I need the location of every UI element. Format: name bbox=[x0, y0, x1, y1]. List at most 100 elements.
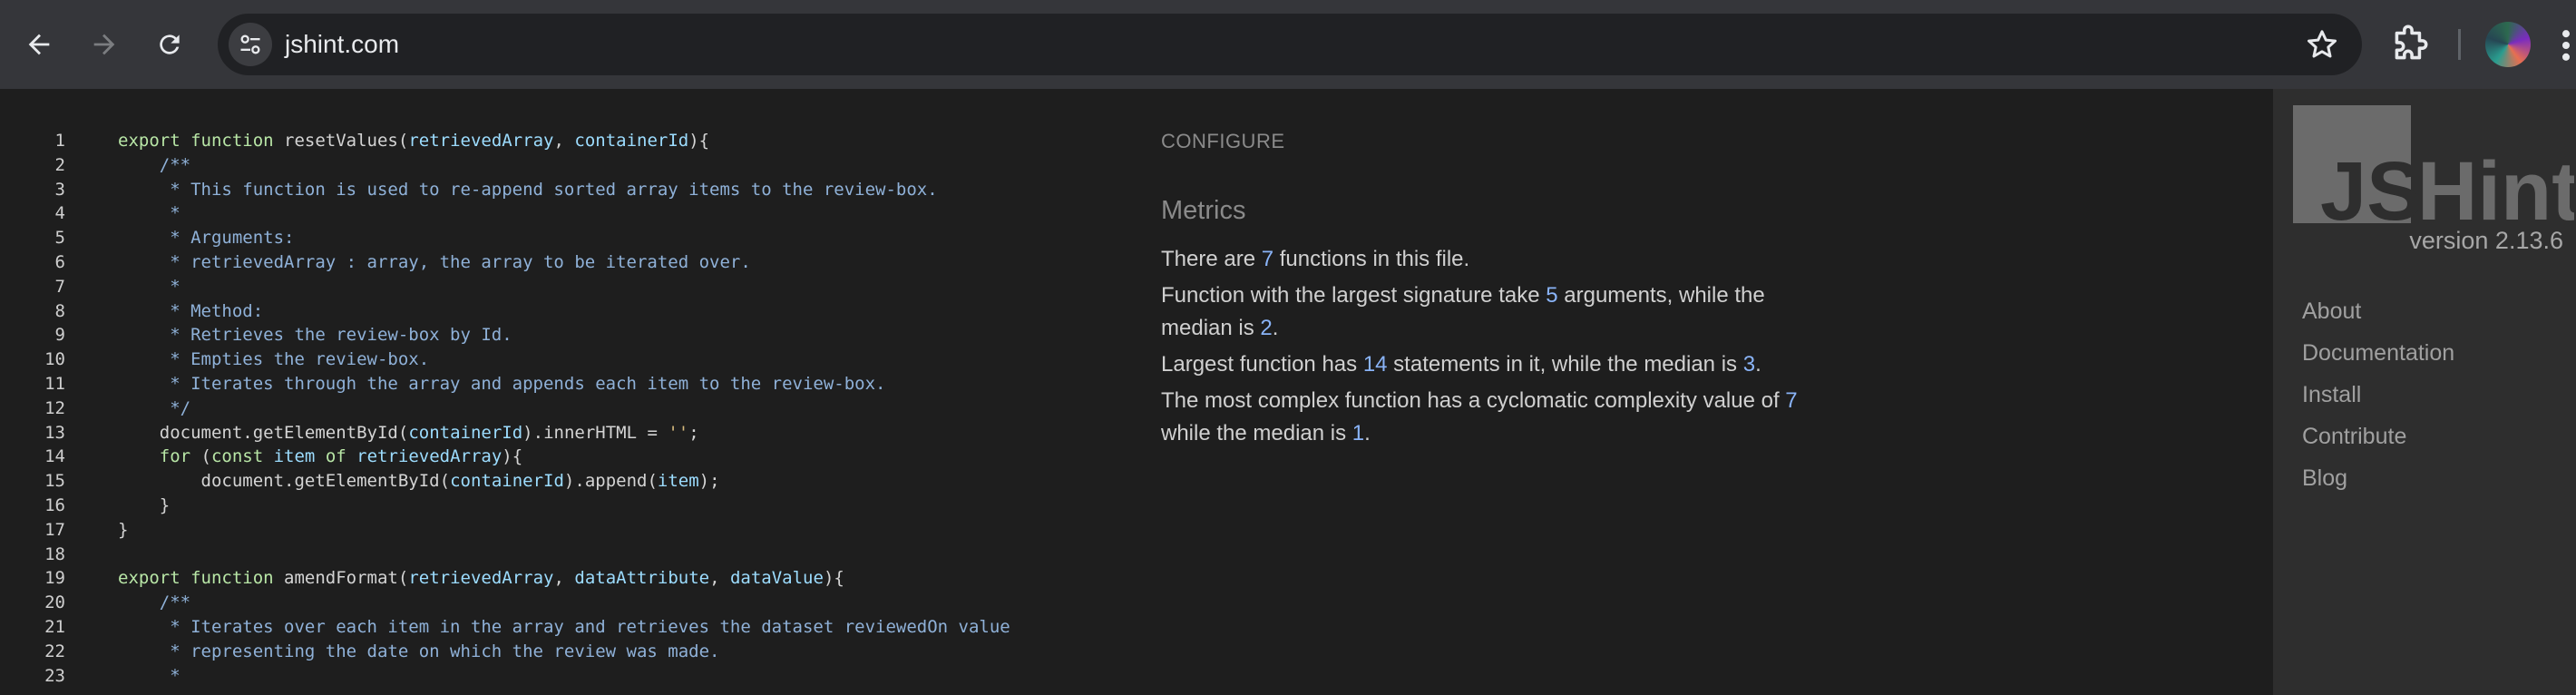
arrow-left-icon bbox=[28, 34, 50, 55]
code-token: document. bbox=[118, 422, 253, 443]
code-token: for bbox=[118, 446, 201, 467]
line-number: 18 bbox=[44, 543, 65, 564]
puzzle-icon bbox=[2395, 24, 2428, 60]
code-line[interactable]: 12 */ bbox=[0, 396, 1125, 421]
avatar[interactable] bbox=[2485, 22, 2531, 67]
code-line[interactable]: 4 * bbox=[0, 201, 1125, 226]
code-token: * representing the date on which the rev… bbox=[118, 641, 720, 661]
code-line[interactable]: 15 document.getElementById(containerId).… bbox=[0, 469, 1125, 494]
arrow-right-icon bbox=[93, 34, 115, 55]
code-token: document. bbox=[118, 471, 295, 492]
code-token: * Iterates over each item in the array a… bbox=[118, 616, 1010, 637]
code-token: ). bbox=[563, 471, 585, 492]
code-text[interactable]: /** bbox=[118, 591, 190, 615]
line-number: 17 bbox=[44, 519, 65, 540]
back-button[interactable] bbox=[15, 20, 63, 69]
code-token: function bbox=[190, 568, 285, 589]
nav-documentation[interactable]: Documentation bbox=[2302, 332, 2454, 374]
code-line[interactable]: 18 bbox=[0, 543, 1125, 567]
code-text[interactable]: * Iterates through the array and appends… bbox=[118, 372, 885, 396]
code-token: ( bbox=[397, 422, 409, 443]
code-text[interactable]: * Arguments: bbox=[118, 226, 294, 250]
browser-toolbar: jshint.com bbox=[0, 0, 2576, 89]
code-token: getElementById bbox=[252, 422, 398, 443]
code-text[interactable]: export function resetValues(retrievedArr… bbox=[118, 129, 709, 153]
browser-menu-button[interactable] bbox=[2556, 25, 2576, 65]
code-text[interactable]: for (const item of retrievedArray){ bbox=[118, 445, 522, 469]
url-text[interactable]: jshint.com bbox=[285, 14, 399, 75]
code-line[interactable]: 5 * Arguments: bbox=[0, 226, 1125, 250]
code-line[interactable]: 23 * bbox=[0, 664, 1125, 689]
code-line[interactable]: 21 * Iterates over each item in the arra… bbox=[0, 615, 1125, 640]
forward-button[interactable] bbox=[80, 20, 129, 69]
code-token: } bbox=[118, 519, 129, 540]
site-info-button[interactable] bbox=[229, 23, 272, 66]
code-line[interactable]: 13 document.getElementById(containerId).… bbox=[0, 421, 1125, 445]
code-text[interactable]: * bbox=[118, 664, 180, 689]
code-token: */ bbox=[118, 397, 191, 418]
metrics-heading: Metrics bbox=[1161, 196, 1246, 225]
line-number: 13 bbox=[44, 422, 65, 443]
nav-about[interactable]: About bbox=[2302, 290, 2454, 332]
code-line[interactable]: 9 * Retrieves the review-box by Id. bbox=[0, 323, 1125, 348]
code-text[interactable]: * bbox=[118, 201, 180, 226]
code-line[interactable]: 2 /** bbox=[0, 153, 1125, 178]
code-text[interactable]: document.getElementById(containerId).app… bbox=[118, 469, 720, 494]
code-token: * This function is used to re-append sor… bbox=[118, 179, 938, 200]
line-number: 9 bbox=[54, 325, 65, 346]
code-text[interactable]: document.getElementById(containerId).inn… bbox=[118, 421, 699, 445]
code-text[interactable]: * Retrieves the review-box by Id. bbox=[118, 323, 512, 348]
code-text[interactable]: export function amendFormat(retrievedArr… bbox=[118, 566, 844, 591]
line-number: 4 bbox=[54, 203, 65, 224]
code-line[interactable]: 1 export function resetValues(retrievedAr… bbox=[0, 129, 1125, 153]
nav-contribute[interactable]: Contribute bbox=[2302, 416, 2454, 457]
code-text[interactable]: * retrievedArray : array, the array to b… bbox=[118, 250, 751, 275]
code-line[interactable]: 16 } bbox=[0, 494, 1125, 518]
code-text[interactable]: /** bbox=[118, 153, 190, 178]
tune-icon bbox=[240, 34, 260, 54]
jshint-logo[interactable]: JS Hint bbox=[2293, 105, 2574, 223]
bookmark-button[interactable] bbox=[2304, 26, 2340, 63]
nav-install[interactable]: Install bbox=[2302, 374, 2454, 416]
kebab-menu-icon bbox=[2561, 30, 2571, 61]
code-line[interactable]: 17} bbox=[0, 518, 1125, 543]
reload-button[interactable] bbox=[145, 20, 194, 69]
code-token: export bbox=[118, 131, 191, 151]
code-line[interactable]: 14 for (const item of retrievedArray){ bbox=[0, 445, 1125, 469]
line-number: 15 bbox=[44, 471, 65, 492]
jshint-page: 1 export function resetValues(retrievedAr… bbox=[0, 89, 2576, 695]
line-number: 14 bbox=[44, 446, 65, 467]
code-line[interactable]: 22 * representing the date on which the … bbox=[0, 640, 1125, 664]
line-number: 10 bbox=[44, 349, 65, 370]
code-line[interactable]: 6 * retrievedArray : array, the array to… bbox=[0, 250, 1125, 275]
code-line[interactable]: 3 * This function is used to re-append s… bbox=[0, 178, 1125, 202]
code-line[interactable]: 7 * bbox=[0, 275, 1125, 299]
code-token: function bbox=[190, 131, 285, 151]
toolbar-divider bbox=[2458, 29, 2461, 60]
code-text[interactable]: * representing the date on which the rev… bbox=[118, 640, 719, 664]
code-text[interactable]: * bbox=[118, 275, 180, 299]
code-line[interactable]: 8 * Method: bbox=[0, 299, 1125, 324]
code-token: ){ bbox=[823, 568, 844, 589]
code-line[interactable]: 11 * Iterates through the array and appe… bbox=[0, 372, 1125, 396]
code-line[interactable]: 20 /** bbox=[0, 591, 1125, 615]
code-line[interactable]: 19 export function amendFormat(retrievedA… bbox=[0, 566, 1125, 591]
code-text[interactable]: * Empties the review-box. bbox=[118, 348, 429, 372]
metrics-summary: There are 7 functions in this file. Func… bbox=[1161, 243, 1823, 454]
code-token: , bbox=[709, 568, 730, 589]
address-bar[interactable]: jshint.com bbox=[218, 14, 2362, 75]
code-token: = bbox=[637, 422, 668, 443]
code-text[interactable]: } bbox=[118, 518, 128, 543]
code-text[interactable]: } bbox=[118, 494, 170, 518]
code-line[interactable]: 10 * Empties the review-box. bbox=[0, 348, 1125, 372]
extensions-button[interactable] bbox=[2387, 22, 2433, 67]
configure-link[interactable]: CONFIGURE bbox=[1161, 130, 1285, 153]
code-editor[interactable]: 1 export function resetValues(retrievedAr… bbox=[0, 129, 1125, 688]
code-text[interactable]: * Method: bbox=[118, 299, 263, 324]
code-text[interactable]: */ bbox=[118, 396, 190, 421]
code-text[interactable]: * Iterates over each item in the array a… bbox=[118, 615, 1010, 640]
nav-blog[interactable]: Blog bbox=[2302, 457, 2454, 499]
logo-js-text: JS bbox=[2320, 145, 2423, 223]
code-text[interactable]: * This function is used to re-append sor… bbox=[118, 178, 938, 202]
code-token: retrievedArray bbox=[356, 446, 503, 467]
